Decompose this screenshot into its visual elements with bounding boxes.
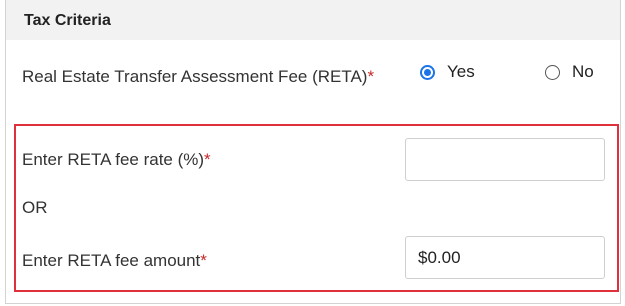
fee-amount-input[interactable] (405, 236, 605, 279)
section-header: Tax Criteria (6, 0, 620, 40)
reta-question-label: Real Estate Transfer Assessment Fee (RET… (22, 66, 382, 88)
fee-rate-label: Enter RETA fee rate (%)* (22, 150, 211, 170)
reta-no-radio[interactable]: No (545, 62, 594, 82)
reta-yes-radio[interactable]: Yes (420, 62, 475, 82)
required-marker: * (204, 150, 211, 169)
required-marker: * (367, 67, 375, 86)
reta-label-text: Real Estate Transfer Assessment Fee (RET… (22, 67, 368, 86)
fee-rate-input[interactable] (405, 138, 605, 181)
fee-amount-label: Enter RETA fee amount* (22, 251, 207, 271)
radio-checked-icon[interactable] (420, 64, 435, 80)
fee-rate-label-text: Enter RETA fee rate (%) (22, 150, 205, 169)
reta-yes-label[interactable]: Yes (447, 62, 475, 82)
required-marker: * (200, 251, 207, 270)
fee-amount-label-text: Enter RETA fee amount (22, 251, 201, 270)
radio-unchecked-icon[interactable] (545, 64, 560, 80)
reta-no-label[interactable]: No (572, 62, 594, 82)
section-title: Tax Criteria (24, 12, 111, 29)
or-separator: OR (22, 198, 48, 217)
